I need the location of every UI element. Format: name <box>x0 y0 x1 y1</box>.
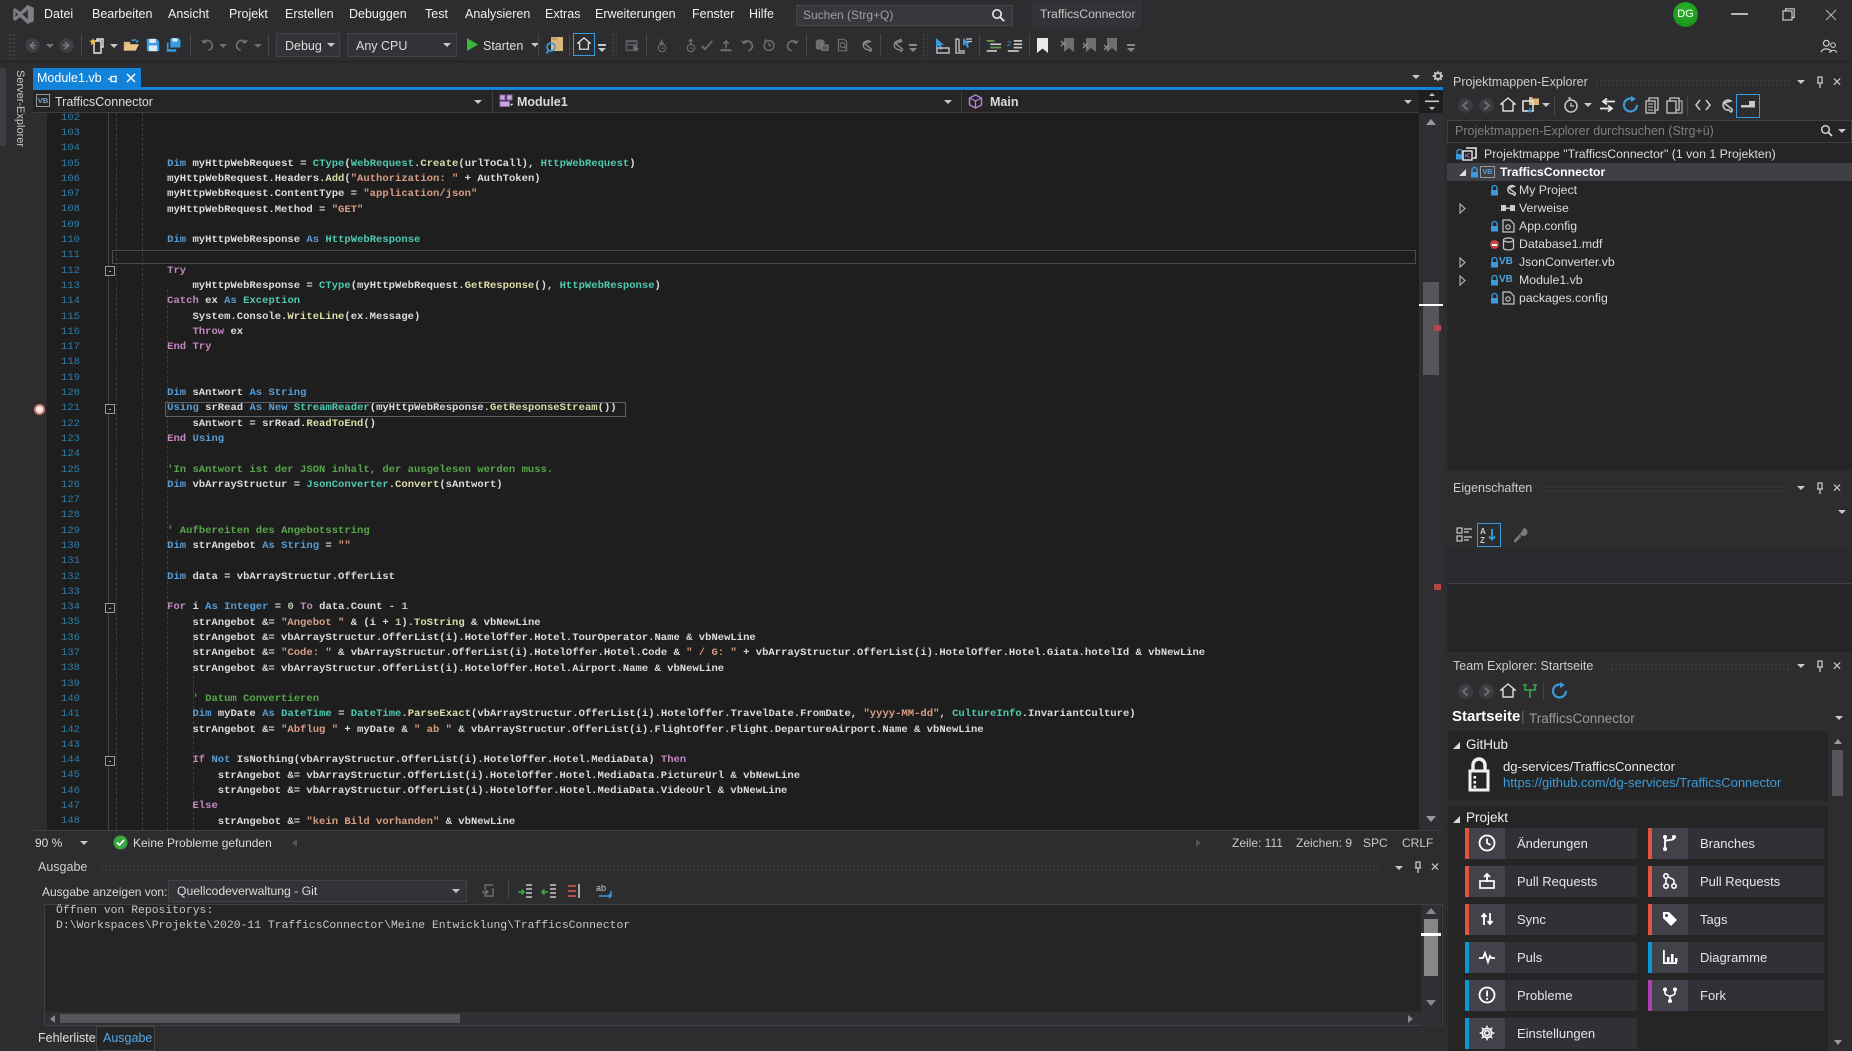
svg-text:2: 2 <box>1007 39 1011 48</box>
svg-text:ab: ab <box>596 883 606 893</box>
svg-text:Z: Z <box>1480 536 1485 544</box>
svg-text:A: A <box>1480 527 1486 536</box>
